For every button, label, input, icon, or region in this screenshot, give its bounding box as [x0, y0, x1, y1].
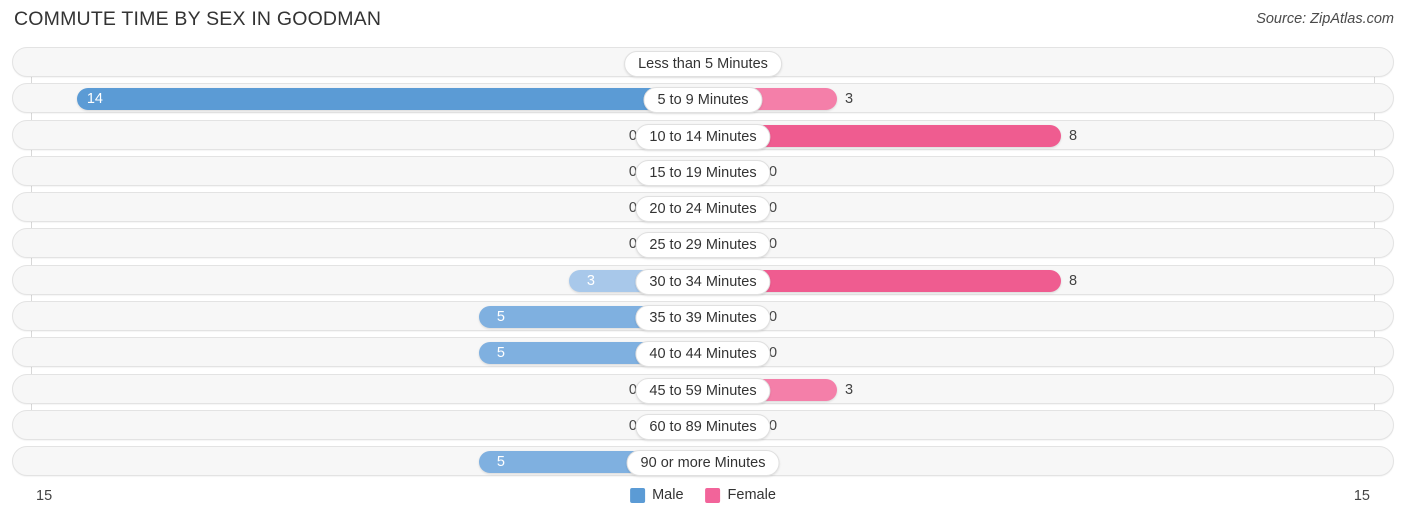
legend-swatch-icon [630, 487, 646, 503]
legend-item-female[interactable]: Female [705, 487, 776, 503]
bar-male[interactable] [77, 88, 703, 111]
value-male: 14 [86, 91, 103, 108]
row-label: 5 to 9 Minutes [643, 87, 763, 114]
value-female: 3 [845, 91, 854, 108]
chart-row: 5 0 40 to 44 Minutes [0, 337, 1406, 368]
chart-legend: Male Female [630, 487, 776, 503]
row-track: 0 8 10 to 14 Minutes [12, 119, 1394, 150]
row-track: 14 3 5 to 9 Minutes [12, 83, 1394, 114]
chart-footer: 15 15 Male Female [0, 486, 1406, 522]
chart-row: 0 8 10 to 14 Minutes [0, 119, 1406, 150]
row-track: 5 0 40 to 44 Minutes [12, 337, 1394, 368]
row-track: 0 0 15 to 19 Minutes [12, 155, 1394, 186]
row-track: 0 3 45 to 59 Minutes [12, 373, 1394, 404]
row-label: 45 to 59 Minutes [635, 377, 771, 404]
chart-row: 0 0 25 to 29 Minutes [0, 228, 1406, 259]
chart-row: 0 3 45 to 59 Minutes [0, 373, 1406, 404]
chart-row: 14 3 5 to 9 Minutes [0, 83, 1406, 114]
row-track: 5090 or more Minutes [12, 446, 1394, 477]
value-male: 3 [586, 272, 595, 289]
axis-label-right: 15 [1353, 488, 1370, 504]
row-label: 15 to 19 Minutes [635, 159, 771, 186]
row-label: 10 to 14 Minutes [635, 123, 771, 150]
value-female: 3 [845, 381, 854, 398]
chart-row: 0 0 20 to 24 Minutes [0, 192, 1406, 223]
axis-label-left: 15 [36, 488, 53, 504]
row-track: 00Less than 5 Minutes [12, 47, 1394, 77]
source-attribution: Source: ZipAtlas.com [1256, 11, 1394, 27]
row-label: 30 to 34 Minutes [635, 268, 771, 295]
chart-row: 5 0 35 to 39 Minutes [0, 301, 1406, 332]
row-label: 90 or more Minutes [626, 450, 780, 477]
chart-row: 0 0 60 to 89 Minutes [0, 409, 1406, 440]
value-female: 8 [1069, 127, 1078, 144]
row-label: 40 to 44 Minutes [635, 341, 771, 368]
value-male: 5 [496, 454, 505, 471]
page-title: COMMUTE TIME BY SEX IN GOODMAN [14, 8, 382, 30]
row-label: 35 to 39 Minutes [635, 305, 771, 332]
chart-row: 3 8 30 to 34 Minutes [0, 264, 1406, 295]
row-label: Less than 5 Minutes [624, 51, 782, 77]
chart-header: COMMUTE TIME BY SEX IN GOODMAN Source: Z… [0, 0, 1406, 44]
row-track: 0 0 25 to 29 Minutes [12, 228, 1394, 259]
value-male: 5 [496, 345, 505, 362]
row-label: 20 to 24 Minutes [635, 196, 771, 223]
chart-row: 0 0 15 to 19 Minutes [0, 155, 1406, 186]
legend-swatch-icon [705, 487, 721, 503]
chart-row: 00Less than 5 Minutes [0, 47, 1406, 77]
row-label: 25 to 29 Minutes [635, 232, 771, 259]
row-track: 0 0 20 to 24 Minutes [12, 192, 1394, 223]
row-track: 0 0 60 to 89 Minutes [12, 409, 1394, 440]
chart-plot-area: 00Less than 5 Minutes1435 to 9 Minutes08… [0, 47, 1406, 484]
row-track: 3 8 30 to 34 Minutes [12, 264, 1394, 295]
legend-label: Female [727, 487, 776, 503]
legend-item-male[interactable]: Male [630, 487, 684, 503]
value-female: 8 [1069, 272, 1078, 289]
row-track: 5 0 35 to 39 Minutes [12, 301, 1394, 332]
value-male: 5 [496, 309, 505, 326]
legend-label: Male [652, 487, 684, 503]
chart-rows: 00Less than 5 Minutes1435 to 9 Minutes08… [0, 47, 1406, 483]
row-label: 60 to 89 Minutes [635, 413, 771, 440]
chart-row: 5090 or more Minutes [0, 446, 1406, 477]
